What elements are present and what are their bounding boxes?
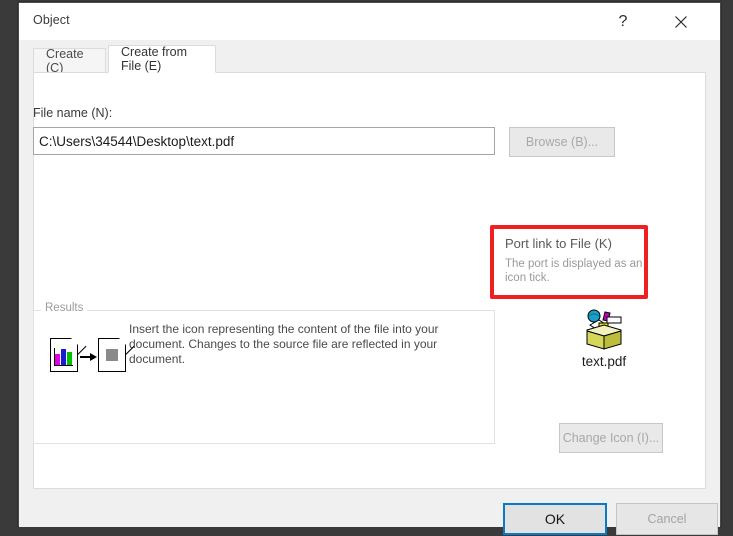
tab-create-from-file-label: Create from File (E): [121, 45, 187, 73]
close-icon[interactable]: [658, 3, 704, 40]
cancel-button[interactable]: Cancel: [616, 503, 718, 535]
results-icons: [50, 337, 135, 382]
link-to-file-title: Port link to File (K): [505, 236, 612, 251]
change-icon-button[interactable]: Change Icon (I)...: [559, 423, 663, 453]
tab-create[interactable]: Create (C): [33, 46, 106, 75]
filename-input[interactable]: [33, 127, 495, 155]
document-chart-icon: [50, 337, 87, 372]
package-box-icon: [581, 308, 627, 350]
ok-button[interactable]: OK: [503, 503, 607, 535]
help-icon[interactable]: ?: [600, 3, 646, 40]
link-to-file-description: The port is displayed as an icon tick.: [505, 258, 643, 284]
title-bar: Object ?: [19, 3, 720, 40]
change-icon-button-label: Change Icon (I)...: [562, 431, 660, 445]
tab-create-from-file[interactable]: Create from File (E): [108, 45, 216, 73]
link-to-file-highlight[interactable]: Port link to File (K) The port is displa…: [490, 225, 648, 299]
results-description: Insert the icon representing the content…: [129, 322, 439, 366]
dialog-content: Create (C) Create from File (E) File nam…: [19, 40, 720, 535]
browse-button[interactable]: Browse (B)...: [509, 127, 615, 157]
document-object-icon: [98, 337, 135, 372]
filename-label: File name (N):: [33, 106, 113, 120]
ok-button-label: OK: [544, 511, 566, 527]
object-dialog: Object ? Create (C) Create from File (E)…: [18, 2, 721, 535]
cancel-button-label: Cancel: [647, 512, 687, 526]
tab-create-label: Create (C): [46, 46, 84, 75]
tab-strip: Create (C) Create from File (E): [19, 40, 720, 75]
window-title: Object: [33, 13, 70, 27]
arrow-right-icon: [80, 353, 97, 361]
browse-button-label: Browse (B)...: [525, 135, 599, 149]
package-caption: text.pdf: [581, 354, 627, 369]
results-legend: Results: [41, 302, 88, 314]
